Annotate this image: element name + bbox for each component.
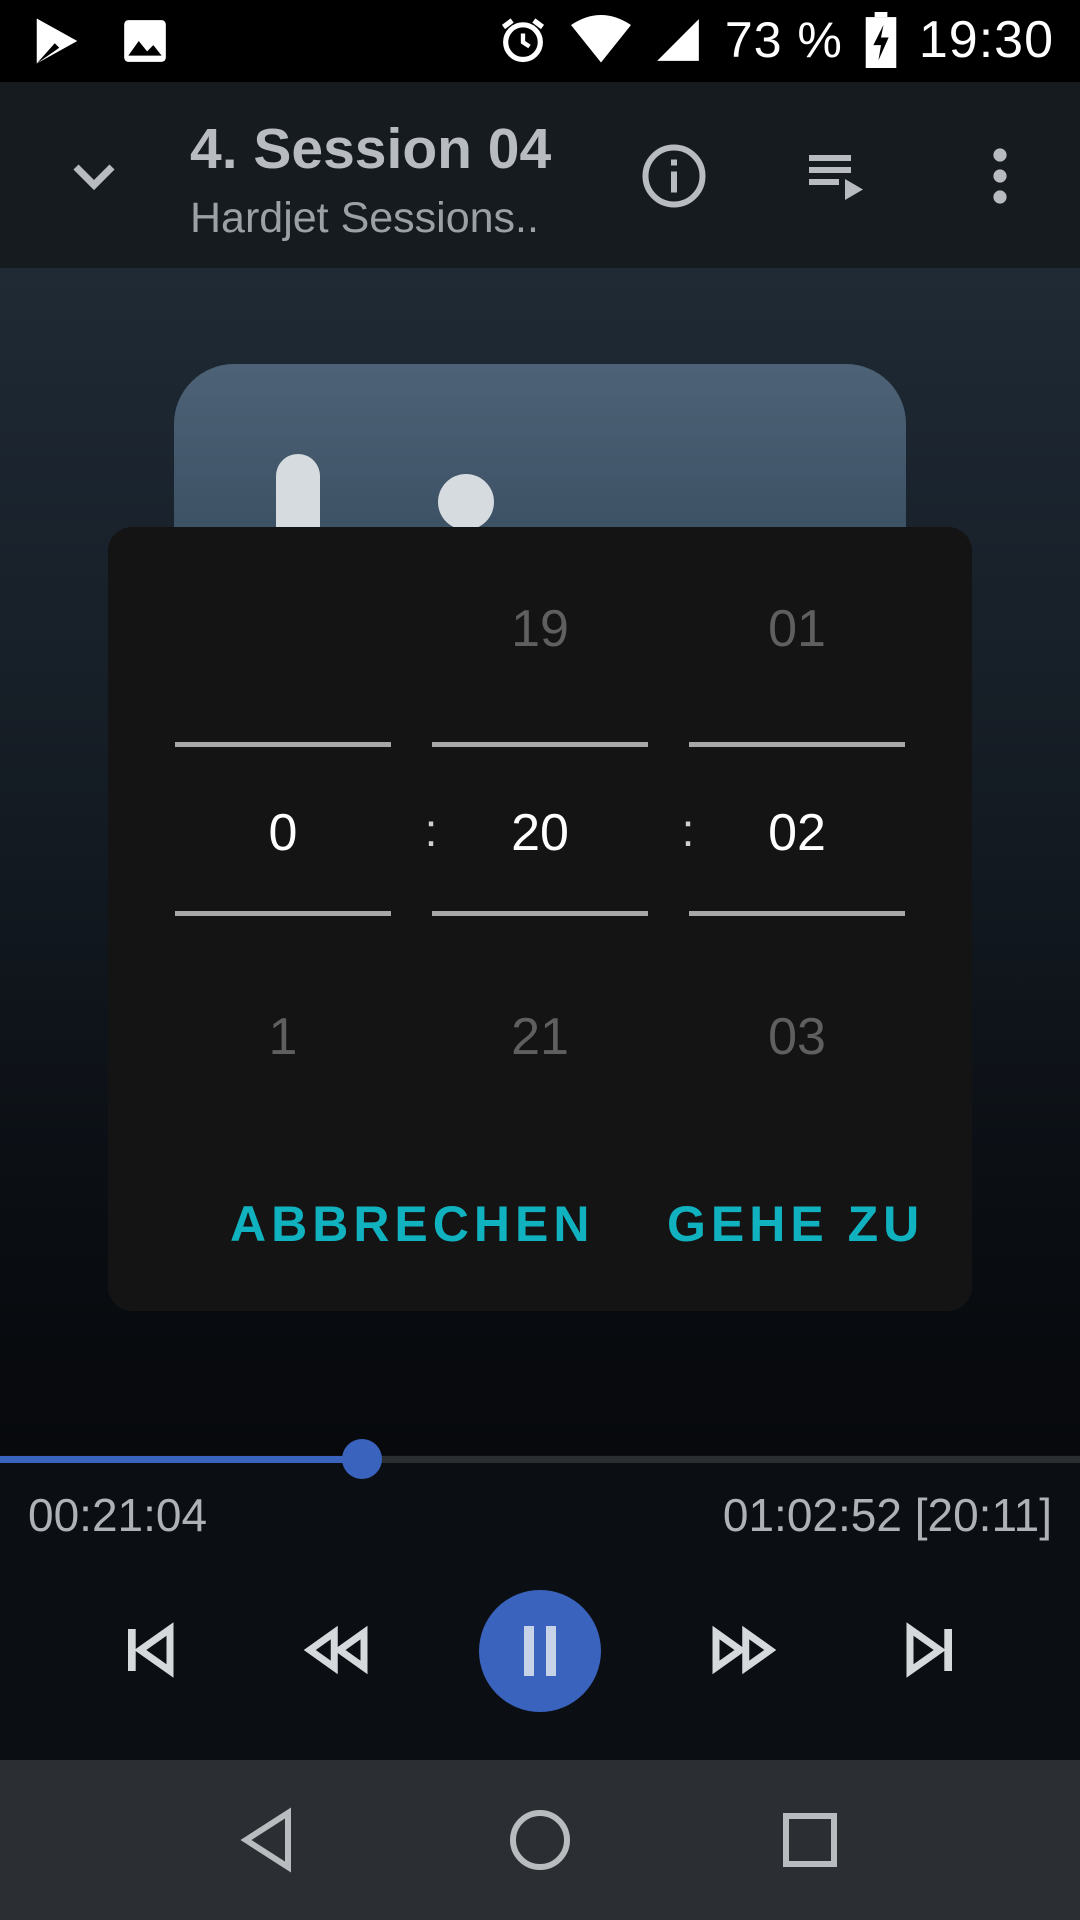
cancel-button[interactable]: ABBRECHEN xyxy=(230,1195,594,1253)
elapsed-time: 00:21:04 xyxy=(28,1489,208,1541)
minutes-selected[interactable]: 20 xyxy=(432,803,648,863)
minutes-picker[interactable]: 19 20 21 xyxy=(432,527,648,1066)
playback-controls xyxy=(0,1580,1080,1720)
image-icon xyxy=(124,20,166,62)
recents-icon[interactable] xyxy=(774,1804,846,1876)
seconds-picker[interactable]: 01 02 03 xyxy=(689,527,905,1066)
pause-icon xyxy=(524,1626,534,1676)
minutes-next[interactable]: 21 xyxy=(432,1007,648,1067)
seek-bar-thumb[interactable] xyxy=(341,1439,382,1479)
skip-next-icon[interactable] xyxy=(889,1608,973,1692)
hours-picker[interactable]: 0 1 xyxy=(175,527,391,1066)
battery-charging-icon xyxy=(865,12,897,68)
minutes-prev[interactable]: 19 xyxy=(432,599,648,659)
app-bar: 4. Session 04 Hardjet Sessions.. xyxy=(0,82,1080,268)
seek-bar-progress xyxy=(0,1456,362,1463)
clock: 19:30 xyxy=(918,11,1054,69)
status-bar: 73 % 19:30 xyxy=(0,0,1080,82)
skip-previous-icon[interactable] xyxy=(107,1608,191,1692)
system-nav-bar xyxy=(0,1760,1080,1920)
track-title: 4. Session 04 xyxy=(190,117,552,181)
seconds-prev[interactable]: 01 xyxy=(689,599,905,659)
go-to-button[interactable]: GEHE ZU xyxy=(667,1195,924,1253)
alarm-icon xyxy=(501,18,544,63)
wifi-icon xyxy=(570,15,631,63)
hours-selected[interactable]: 0 xyxy=(175,803,391,863)
signal-icon xyxy=(657,19,699,61)
track-subtitle: Hardjet Sessions.. xyxy=(190,194,539,242)
seek-dialog: 0 1 : 19 20 21 : 01 02 03 ABBRECHEN GEHE… xyxy=(108,527,972,1311)
total-time: 01:02:52 [20:11] xyxy=(722,1489,1052,1541)
info-icon[interactable] xyxy=(638,140,710,212)
seconds-next[interactable]: 03 xyxy=(689,1007,905,1067)
battery-percentage: 73 % xyxy=(724,12,843,68)
seek-bar[interactable] xyxy=(0,1439,1080,1479)
home-icon[interactable] xyxy=(504,1804,576,1876)
queue-icon[interactable] xyxy=(800,140,872,212)
rewind-icon[interactable] xyxy=(294,1608,378,1692)
more-vert-icon[interactable] xyxy=(964,140,1036,212)
play-store-icon xyxy=(36,18,78,64)
pause-button[interactable] xyxy=(479,1590,601,1712)
seconds-selected[interactable]: 02 xyxy=(689,803,905,863)
hours-next[interactable]: 1 xyxy=(175,1007,391,1067)
back-icon[interactable] xyxy=(234,1804,306,1876)
chevron-down-icon[interactable] xyxy=(58,140,130,212)
fast-forward-icon[interactable] xyxy=(702,1608,786,1692)
